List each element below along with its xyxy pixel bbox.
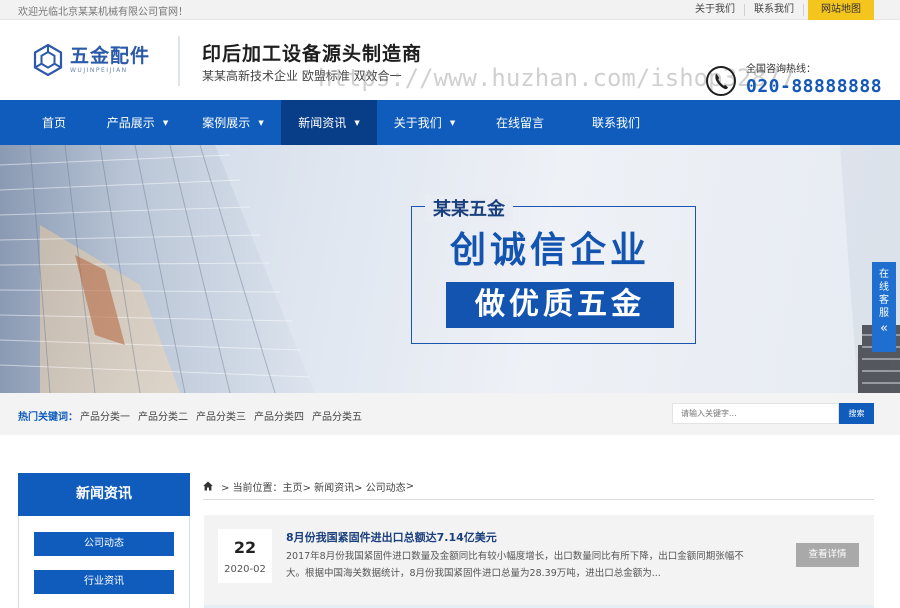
news-list-item[interactable]: 22 2020-02 8月份我国紧固件进出口总额达7.14亿美元 2017年8月… bbox=[204, 515, 874, 607]
nav-item-home[interactable]: 首页 bbox=[18, 100, 90, 145]
logo-text: 五金配件 bbox=[70, 45, 151, 67]
top-bar: 欢迎光临北京某某机械有限公司官网！ 关于我们 联系我们 网站地图 bbox=[0, 0, 900, 20]
nav-item-cases[interactable]: 案例展示 ▼ bbox=[185, 100, 281, 145]
online-service-tab[interactable]: 在线客服 « bbox=[872, 262, 896, 352]
top-link-contact[interactable]: 联系我们 bbox=[745, 4, 804, 16]
main-nav: 首页 产品展示 ▼ 案例展示 ▼ 新闻资讯 ▼ 关于我们 ▼ 在线留言 联系我们 bbox=[0, 100, 900, 145]
logo[interactable]: 五金配件 WUJINPEIJIAN bbox=[32, 43, 151, 77]
hotline: 全国咨询热线： 020-88888888 bbox=[706, 64, 882, 98]
hotline-number: 020-88888888 bbox=[746, 76, 883, 97]
caret-down-icon: ▼ bbox=[258, 118, 264, 127]
header-divider bbox=[178, 36, 180, 86]
news-title[interactable]: 8月份我国紧固件进出口总额达7.14亿美元 bbox=[286, 529, 497, 545]
breadcrumb-item[interactable]: 公司动态 bbox=[354, 479, 406, 494]
breadcrumb-item[interactable]: 新闻资讯 bbox=[303, 479, 354, 494]
nav-item-contact[interactable]: 联系我们 bbox=[568, 100, 664, 145]
nav-item-about[interactable]: 关于我们 ▼ bbox=[377, 100, 472, 145]
breadcrumb-prefix[interactable]: 当前位置：主页 bbox=[221, 479, 303, 494]
header: 五金配件 WUJINPEIJIAN 印后加工设备源头制造商 某某高新技术企业 欧… bbox=[0, 20, 900, 100]
home-icon bbox=[203, 481, 213, 491]
logo-subtext: WUJINPEIJIAN bbox=[70, 67, 128, 74]
online-service-label: 在线客服 bbox=[879, 269, 889, 319]
keyword-link[interactable]: 产品分类一 bbox=[80, 408, 130, 423]
search-input[interactable] bbox=[672, 403, 839, 424]
slogan-title: 印后加工设备源头制造商 bbox=[202, 43, 423, 65]
sidebar: 新闻资讯 公司动态 行业资讯 bbox=[18, 473, 190, 608]
news-day: 22 bbox=[233, 538, 257, 557]
nav-item-products[interactable]: 产品展示 ▼ bbox=[90, 100, 185, 145]
breadcrumb: 当前位置：主页 新闻资讯 公司动态 bbox=[203, 473, 874, 500]
breadcrumb-item bbox=[406, 481, 414, 492]
keyword-search-bar: 热门关键词： 产品分类一 产品分类二 产品分类三 产品分类四 产品分类五 搜索 bbox=[0, 393, 900, 435]
caret-down-icon: ▼ bbox=[354, 118, 360, 127]
top-links: 关于我们 联系我们 网站地图 bbox=[686, 0, 874, 20]
sitemap-link[interactable]: 网站地图 bbox=[808, 0, 874, 20]
nav-item-message[interactable]: 在线留言 bbox=[472, 100, 568, 145]
news-summary: 2017年8月份我国紧固件进口数量及金额同比有较小幅度增长，出口数量同比有所下降… bbox=[286, 551, 744, 579]
main-content: 新闻资讯 公司动态 行业资讯 当前位置：主页 新闻资讯 公司动态 22 2020… bbox=[0, 437, 900, 608]
double-chevron-left-icon: « bbox=[880, 321, 888, 336]
keyword-link[interactable]: 产品分类四 bbox=[254, 408, 304, 423]
banner-headline: 创诚信企业 bbox=[450, 229, 651, 271]
hot-keywords-label: 热门关键词： bbox=[18, 412, 78, 423]
keyword-link[interactable]: 产品分类二 bbox=[138, 408, 188, 423]
top-link-about[interactable]: 关于我们 bbox=[686, 4, 745, 16]
search-button[interactable]: 搜索 bbox=[839, 403, 874, 424]
hero-banner[interactable]: 某某五金 创诚信企业 做优质五金 bbox=[0, 145, 900, 393]
caret-down-icon: ▼ bbox=[449, 118, 456, 127]
keyword-link[interactable]: 产品分类五 bbox=[312, 408, 362, 423]
view-details-button[interactable]: 查看详情 bbox=[796, 543, 859, 567]
hotline-label: 全国咨询热线： bbox=[746, 64, 816, 75]
logo-icon bbox=[32, 43, 64, 77]
sidebar-item-industry-news[interactable]: 行业资讯 bbox=[34, 570, 174, 594]
nav-item-news[interactable]: 新闻资讯 ▼ bbox=[281, 100, 377, 145]
phone-icon bbox=[706, 66, 736, 96]
caret-down-icon: ▼ bbox=[162, 118, 169, 127]
news-date: 22 2020-02 bbox=[218, 529, 272, 583]
welcome-text: 欢迎光临北京某某机械有限公司官网！ bbox=[18, 7, 188, 18]
keyword-link[interactable]: 产品分类三 bbox=[196, 408, 246, 423]
news-year-month: 2020-02 bbox=[224, 564, 266, 575]
sidebar-title: 新闻资讯 bbox=[18, 473, 190, 516]
banner-tagline: 做优质五金 bbox=[446, 282, 674, 328]
hot-keywords-list: 产品分类一 产品分类二 产品分类三 产品分类四 产品分类五 bbox=[80, 408, 370, 423]
sidebar-item-company-news[interactable]: 公司动态 bbox=[34, 532, 174, 556]
banner-subtitle: 某某五金 bbox=[425, 195, 513, 221]
